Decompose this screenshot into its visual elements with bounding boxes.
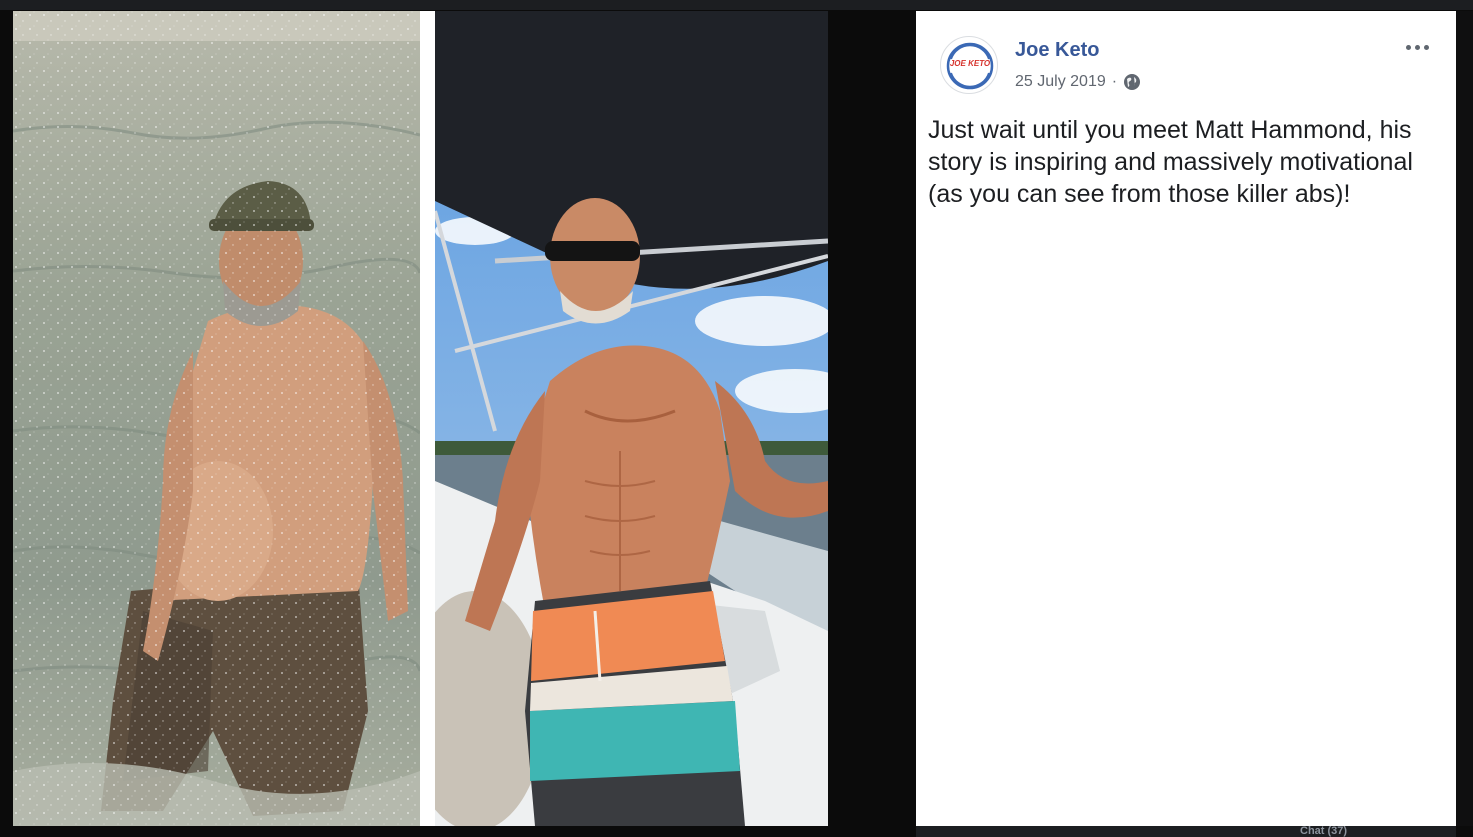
background-page-bottom xyxy=(916,826,1456,837)
after-photo xyxy=(435,11,828,826)
background-page-strip xyxy=(0,0,1473,10)
after-photo-illustration xyxy=(435,11,828,826)
author-name-link[interactable]: Joe Keto xyxy=(1015,39,1099,62)
post-photo[interactable] xyxy=(13,11,828,826)
avatar-logo-text: JOE KETO xyxy=(949,59,991,68)
chat-label[interactable]: Chat (37) xyxy=(1300,826,1347,837)
post-date-link[interactable]: 25 July 2019 xyxy=(1015,73,1106,91)
before-photo xyxy=(13,11,420,826)
before-photo-illustration xyxy=(13,11,420,826)
post-panel: JOE KETO Joe Keto 25 July 2019 · Just wa… xyxy=(916,11,1456,826)
post-meta: 25 July 2019 · xyxy=(1015,73,1141,91)
meta-separator: · xyxy=(1111,73,1118,90)
globe-icon[interactable] xyxy=(1123,73,1141,91)
post-message: Just wait until you meet Matt Hammond, h… xyxy=(928,116,1413,208)
background-page-side xyxy=(1456,11,1473,826)
more-options-icon[interactable] xyxy=(1406,43,1432,53)
page-avatar[interactable]: JOE KETO xyxy=(940,36,998,94)
